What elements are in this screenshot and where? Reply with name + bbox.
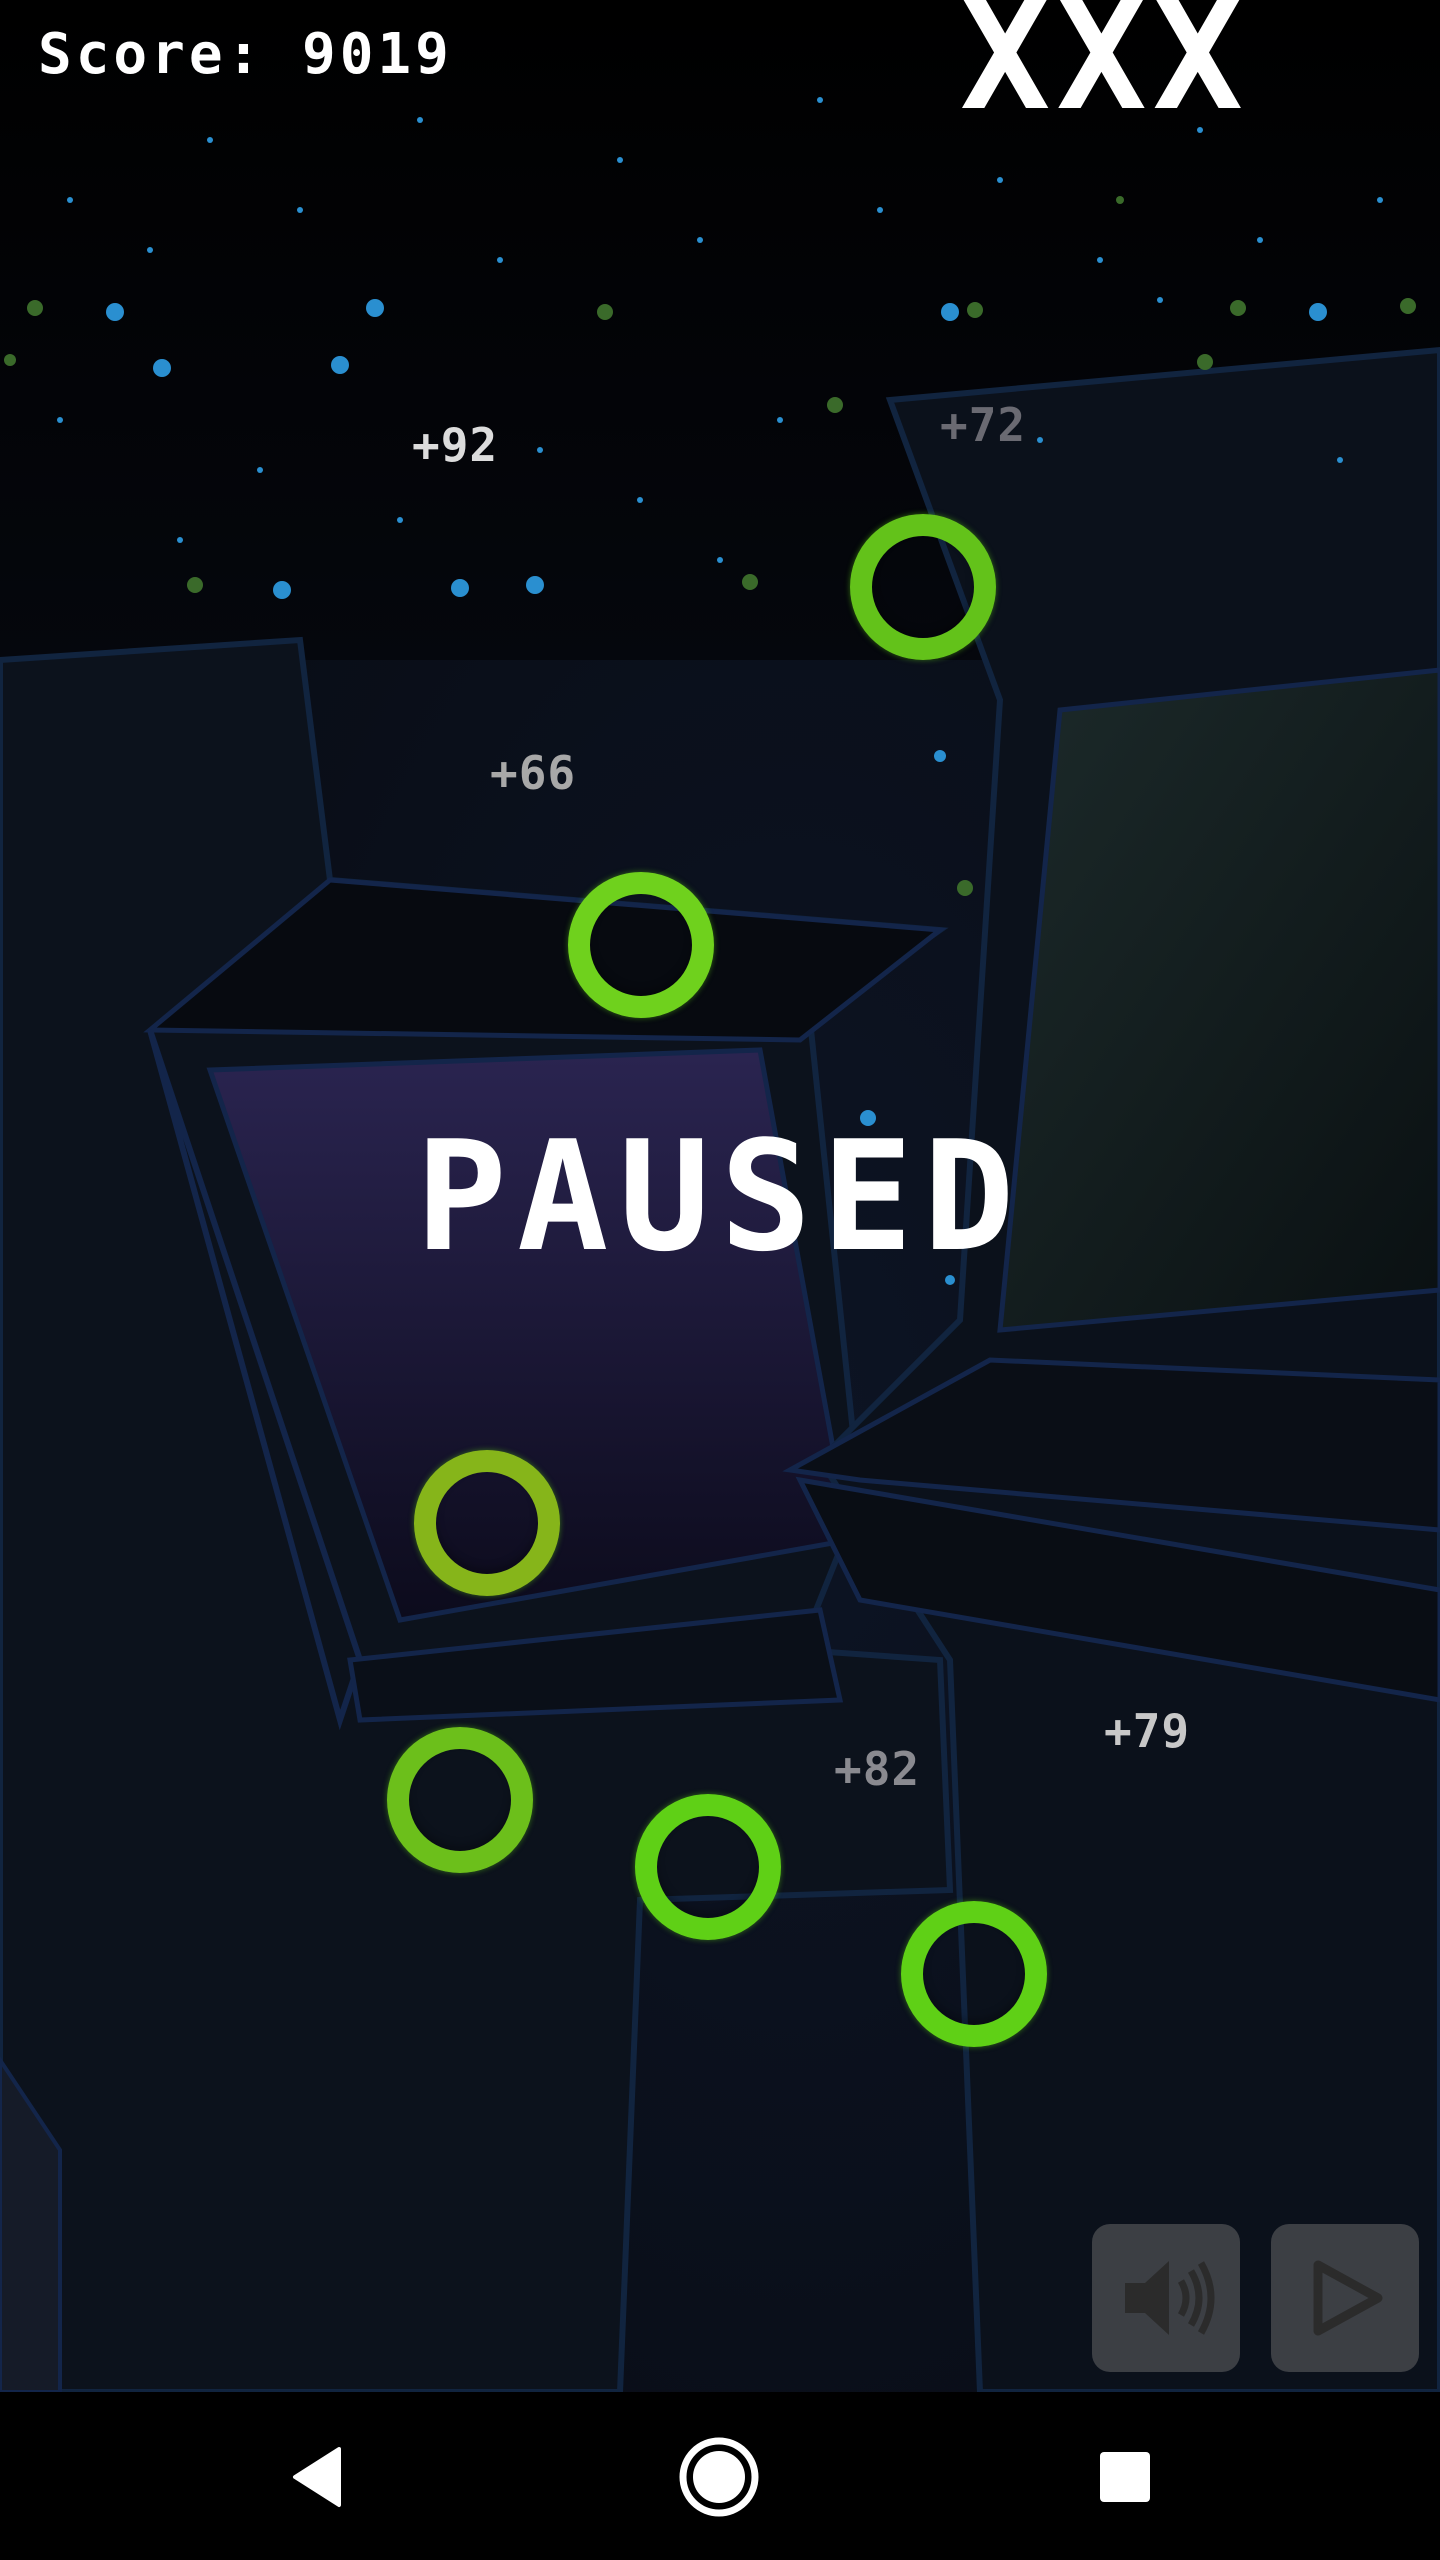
target-ring[interactable] — [635, 1794, 781, 1940]
points-popup: +92 — [412, 418, 499, 472]
target-ring[interactable] — [387, 1727, 533, 1873]
paused-title: PAUSED — [415, 1108, 1025, 1285]
points-popup: +82 — [834, 1742, 921, 1796]
nav-home-button[interactable] — [674, 2432, 764, 2522]
game-screen[interactable]: Score: 9019 XXX +92 +72 +66 +82 +79 PAUS… — [0, 0, 1440, 2392]
lives-indicator: XXX — [960, 0, 1249, 144]
recents-square-icon — [1100, 2452, 1150, 2502]
nav-recents-button[interactable] — [1080, 2432, 1170, 2522]
sound-toggle-button[interactable] — [1092, 2224, 1240, 2372]
speaker-icon — [1125, 2261, 1215, 2335]
points-popup: +72 — [940, 398, 1027, 452]
nav-back-button[interactable] — [272, 2432, 362, 2522]
score-display: Score: 9019 — [38, 22, 453, 87]
target-ring[interactable] — [850, 514, 996, 660]
target-ring[interactable] — [568, 872, 714, 1018]
back-triangle-icon — [293, 2447, 341, 2507]
target-ring[interactable] — [901, 1901, 1047, 2047]
target-ring[interactable] — [414, 1450, 560, 1596]
points-popup: +66 — [490, 746, 577, 800]
play-icon — [1313, 2260, 1383, 2336]
home-circle-icon — [679, 2437, 759, 2517]
system-nav-bar — [0, 2392, 1440, 2560]
points-popup: +79 — [1104, 1704, 1191, 1758]
resume-play-button[interactable] — [1271, 2224, 1419, 2372]
